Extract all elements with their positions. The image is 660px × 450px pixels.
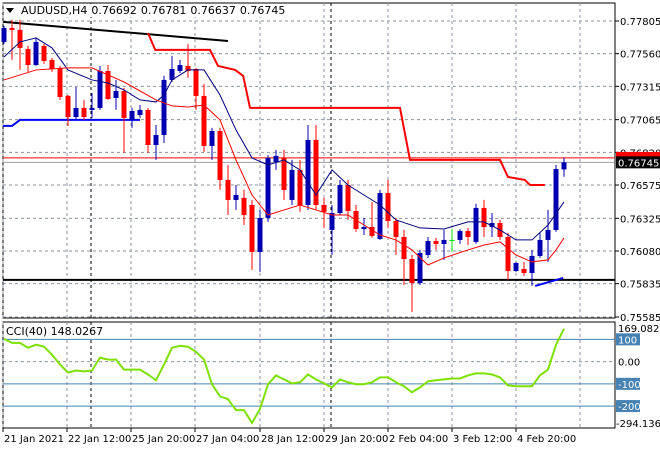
candle-body	[337, 185, 343, 213]
price-chart[interactable]: 0.778050.775600.773150.770650.768200.765…	[0, 0, 660, 450]
time-tick-label: 29 Jan 20:00	[325, 434, 388, 445]
price-tick-label: 0.76325	[620, 214, 660, 225]
candle-body	[81, 107, 87, 117]
candle-body	[289, 169, 295, 200]
candle-body	[9, 27, 15, 30]
candle-body	[129, 111, 135, 120]
candle-body	[473, 207, 479, 242]
candle-body	[57, 67, 63, 97]
candle-body	[217, 131, 223, 180]
candle-body	[201, 95, 207, 146]
candle-body	[1, 27, 7, 42]
candle-body	[225, 179, 231, 200]
candle-body	[177, 65, 183, 71]
time-tick-label: 25 Jan 20:00	[132, 434, 195, 445]
time-tick-label: 2 Feb 04:00	[389, 434, 448, 445]
candle-body	[145, 109, 151, 145]
candle-body	[121, 91, 127, 118]
price-tick-label: 0.77065	[620, 116, 660, 127]
cci-level-label: -200	[618, 402, 641, 413]
time-tick-label: 4 Feb 20:00	[517, 434, 576, 445]
candle-body	[97, 71, 103, 108]
price-tick-label: 0.77315	[620, 82, 660, 93]
dropdown-triangle-icon[interactable]	[6, 8, 14, 13]
time-tick-label: 28 Jan 12:00	[261, 434, 324, 445]
candle-body	[553, 169, 559, 230]
price-tick-label: 0.75835	[620, 280, 660, 291]
chart-header: AUDUSD,H4 0.76692 0.76781 0.76637 0.7674…	[6, 4, 286, 17]
cci-level-label: -100	[618, 380, 641, 391]
candle-body	[561, 162, 567, 170]
low-value: 0.76637	[190, 4, 236, 17]
candle-body	[265, 157, 271, 218]
time-tick-label: 22 Jan 12:00	[68, 434, 131, 445]
candle-body	[241, 197, 247, 215]
candle-body	[249, 205, 255, 252]
candle-body	[433, 241, 439, 244]
candle-body	[89, 107, 95, 110]
candle-body	[425, 241, 431, 255]
candle-body	[361, 227, 367, 229]
high-value: 0.76781	[140, 4, 187, 17]
candle-body	[41, 45, 47, 61]
candle-body	[137, 109, 143, 115]
candle-body	[545, 229, 551, 240]
candle-body	[161, 79, 167, 135]
price-tick-label: 0.75585	[620, 313, 660, 324]
candle-body	[113, 91, 119, 98]
cci-max-label: 169.082	[618, 324, 659, 335]
candle-body	[345, 185, 351, 211]
cci-min-label: -294.1362	[616, 419, 660, 430]
candle-body	[273, 155, 279, 162]
time-tick-label: 27 Jan 04:00	[196, 434, 259, 445]
candle-body	[521, 269, 527, 273]
candle-body	[529, 255, 535, 273]
cci-level-label: 100	[618, 335, 637, 346]
candle-body	[49, 59, 55, 69]
candle-body	[153, 135, 159, 145]
candle-body	[65, 95, 71, 117]
candle-body	[449, 239, 455, 241]
candle-body	[73, 107, 79, 117]
price-tick-label: 0.76575	[620, 181, 660, 192]
current-price-label: 0.76745	[618, 158, 659, 169]
cci-label: CCI(40) 148.0267	[6, 325, 104, 338]
candle-body	[385, 193, 391, 221]
candle-body	[193, 69, 199, 96]
candle-body	[513, 263, 519, 271]
candle-body	[377, 193, 383, 239]
candle-body	[297, 169, 303, 205]
symbol-label: AUDUSD,H4	[21, 4, 88, 17]
close-value: 0.76745	[239, 4, 286, 17]
cci-zero-label: 0.00	[618, 358, 640, 369]
candle-body	[321, 205, 327, 212]
open-value: 0.76692	[91, 4, 137, 17]
price-tick-label: 0.76080	[620, 247, 660, 258]
candle-body	[329, 213, 335, 230]
candle-body	[209, 131, 215, 146]
time-tick-label: 21 Jan 2021	[4, 434, 64, 445]
price-tick-label: 0.77805	[620, 17, 660, 28]
candle-body	[481, 207, 487, 227]
candle-body	[505, 237, 511, 271]
candle-body	[305, 139, 311, 205]
candle-body	[33, 41, 39, 65]
time-tick-label: 3 Feb 12:00	[453, 434, 512, 445]
candle-body	[441, 239, 447, 244]
candle-body	[17, 29, 23, 48]
candle-body	[537, 239, 543, 256]
candle-body	[465, 231, 471, 237]
candle-body	[409, 259, 415, 283]
candle-body	[25, 49, 31, 65]
candle-body	[393, 221, 399, 237]
candle-body	[281, 157, 287, 190]
candle-body	[457, 231, 463, 240]
candle-body	[257, 217, 263, 252]
candle-body	[233, 195, 239, 200]
candle-body	[401, 237, 407, 259]
price-tick-label: 0.77560	[620, 50, 660, 61]
